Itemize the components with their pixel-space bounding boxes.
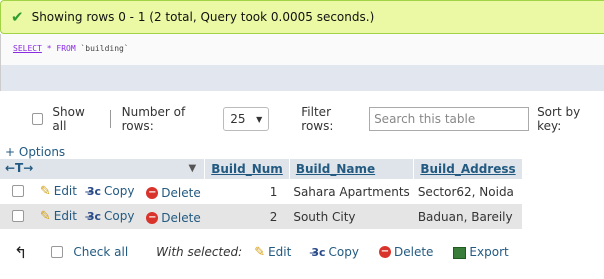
row-checkbox[interactable] (12, 210, 24, 222)
row-actions: ✎ Edit 3̶c Copy − Delete (0, 204, 205, 229)
delete-icon: − (146, 211, 159, 224)
edit-label: Edit (53, 209, 77, 223)
cell-build-address: Sector62, Noida (413, 179, 523, 204)
column-header-build-name[interactable]: Build_Name (289, 159, 415, 179)
table-row: ✎ Edit 3̶c Copy − Delete 2 South City Ba… (0, 204, 523, 229)
row-actions: ✎ Edit 3̶c Copy − Delete (0, 179, 205, 204)
sql-star: * (46, 44, 52, 53)
copy-button[interactable]: 3̶c Copy (87, 184, 135, 198)
bulk-edit-label: Edit (268, 245, 292, 259)
number-of-rows-select[interactable]: 25 ▼ (223, 107, 270, 131)
sql-table-name: `building` (80, 44, 129, 53)
filter-rows-input[interactable] (369, 107, 530, 131)
bulk-delete-button[interactable]: − Delete (378, 245, 434, 259)
results-table: ←T→ ▼ Build_Num Build_Name Build_Address… (0, 159, 523, 229)
bulk-actions-bar: ↰ Check all With selected: ✎ Edit 3̶c Co… (0, 238, 604, 266)
column-resize-arrows-icon[interactable]: ←T→ (5, 161, 33, 175)
arrow-up-left-icon: ↰ (14, 242, 28, 262)
column-header-build-num[interactable]: Build_Num (204, 159, 290, 179)
bulk-edit-button[interactable]: ✎ Edit (254, 245, 291, 260)
delete-button[interactable]: − Delete (146, 210, 201, 225)
table-header-row: ←T→ ▼ Build_Num Build_Name Build_Address (0, 159, 523, 179)
cell-build-num: 1 (204, 179, 290, 204)
delete-label: Delete (161, 210, 201, 225)
sort-dropdown-icon[interactable]: ▼ (189, 163, 197, 174)
pencil-icon: ✎ (39, 183, 51, 199)
filter-rows-label: Filter rows: (301, 105, 334, 133)
bulk-delete-label: Delete (393, 245, 434, 259)
pencil-icon: ✎ (254, 244, 266, 260)
bulk-copy-button[interactable]: 3̶c Copy (311, 245, 359, 259)
success-text: Showing rows 0 - 1 (2 total, Query took … (31, 10, 375, 24)
sql-from-keyword: FROM (56, 44, 76, 53)
delete-label: Delete (161, 185, 201, 200)
delete-icon: − (378, 246, 391, 258)
copy-label: Copy (104, 209, 135, 223)
show-all-label: Show all (52, 105, 85, 133)
edit-button[interactable]: ✎ Edit (40, 209, 77, 224)
delete-button[interactable]: − Delete (146, 185, 201, 200)
bulk-export-label: Export (469, 245, 509, 259)
show-all-checkbox[interactable] (32, 113, 44, 125)
chevron-down-icon: ▼ (256, 114, 263, 124)
table-row: ✎ Edit 3̶c Copy − Delete 1 Sahara Apartm… (0, 179, 523, 204)
divider (109, 110, 111, 128)
bulk-copy-label: Copy (328, 245, 359, 259)
options-link[interactable]: + Options (5, 145, 65, 159)
column-header-build-address[interactable]: Build_Address (413, 159, 523, 179)
table-navigation: Show all Number of rows: 25 ▼ Filter row… (0, 104, 604, 134)
with-selected-label: With selected: (156, 245, 243, 259)
pencil-icon: ✎ (39, 208, 51, 224)
edit-button[interactable]: ✎ Edit (40, 184, 77, 199)
delete-icon: − (146, 186, 159, 199)
copy-label: Copy (104, 184, 135, 198)
cell-build-num: 2 (204, 204, 290, 229)
cell-build-name: South City (289, 204, 414, 229)
check-all-checkbox[interactable] (51, 246, 64, 258)
copy-button[interactable]: 3̶c Copy (87, 209, 135, 223)
cell-build-address: Baduan, Bareily (413, 204, 523, 229)
row-checkbox[interactable] (12, 185, 24, 197)
number-of-rows-label: Number of rows: (121, 105, 186, 133)
edit-label: Edit (53, 184, 77, 198)
bulk-export-button[interactable]: Export (453, 245, 509, 259)
success-message: ✔ Showing rows 0 - 1 (2 total, Query too… (0, 0, 604, 34)
copy-icon: 3̶c (86, 209, 101, 223)
cell-build-name: Sahara Apartments (289, 179, 414, 204)
copy-icon: 3̶c (86, 184, 101, 198)
column-controls-header: ←T→ ▼ (0, 159, 206, 179)
export-icon (453, 247, 467, 259)
sql-query-box: SELECT * FROM `building` (0, 34, 604, 65)
check-icon: ✔ (11, 8, 24, 26)
sql-toolbar (0, 65, 604, 91)
sql-select-keyword[interactable]: SELECT (13, 44, 42, 53)
number-of-rows-value: 25 (230, 112, 246, 126)
copy-icon: 3̶c (311, 245, 326, 259)
check-all-label[interactable]: Check all (73, 245, 128, 259)
sort-by-key-label: Sort by key: (537, 105, 581, 133)
